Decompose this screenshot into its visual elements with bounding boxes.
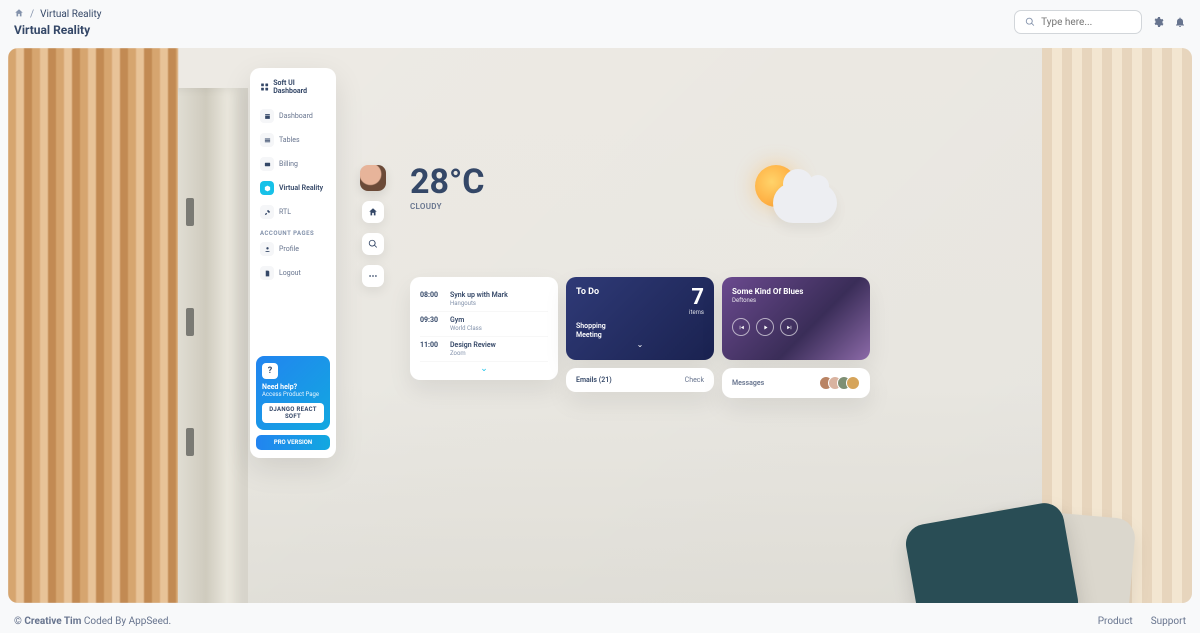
weather: 28°C CLOUDY	[410, 165, 485, 211]
player-card: Some Kind Of Blues Deftones	[722, 277, 870, 360]
cube-icon	[260, 181, 274, 195]
pro-button[interactable]: PRO VERSION	[256, 435, 330, 450]
todo-card[interactable]: To Do 7 items Shopping Meeting ⌄	[566, 277, 714, 360]
doc-icon	[260, 266, 274, 280]
schedule-sub: Zoom	[450, 350, 496, 357]
avatar-group	[819, 376, 860, 390]
icon-column	[360, 165, 386, 287]
messages-card[interactable]: Messages	[722, 368, 870, 398]
schedule-row[interactable]: 11:00 Design Review Zoom	[420, 337, 548, 362]
todo-task: Shopping	[576, 322, 704, 331]
sidebar-item-dashboard[interactable]: Dashboard	[256, 106, 330, 126]
brand-icon	[260, 82, 269, 92]
breadcrumb: / Virtual Reality Virtual Reality	[14, 8, 101, 37]
weather-cond: CLOUDY	[410, 202, 485, 211]
schedule-time: 09:30	[420, 316, 442, 332]
chevron-down-icon[interactable]: ⌄	[576, 340, 704, 349]
play-icon	[762, 324, 769, 331]
home-icon[interactable]	[14, 8, 24, 21]
store-icon	[260, 109, 274, 123]
sidebar-item-rtl[interactable]: RTL	[256, 202, 330, 222]
avatar[interactable]	[360, 165, 386, 191]
schedule-sub: Hangouts	[450, 300, 508, 307]
sidebar-item-logout[interactable]: Logout	[256, 263, 330, 283]
prev-icon	[738, 324, 745, 331]
question-icon: ?	[262, 363, 278, 379]
help-sub: Access Product Page	[262, 391, 324, 398]
next-button[interactable]	[780, 318, 798, 336]
footer-link-product[interactable]: Product	[1098, 616, 1133, 627]
gear-icon[interactable]	[1152, 16, 1164, 28]
search-field[interactable]	[1041, 17, 1131, 28]
tool-icon	[260, 205, 274, 219]
header: / Virtual Reality Virtual Reality	[0, 0, 1200, 44]
help-title: Need help?	[262, 383, 324, 391]
table-icon	[260, 133, 274, 147]
sidebar-item-tables[interactable]: Tables	[256, 130, 330, 150]
weather-icon	[745, 155, 845, 235]
page-title: Virtual Reality	[14, 23, 101, 37]
footer-link-support[interactable]: Support	[1151, 616, 1186, 627]
schedule-row[interactable]: 08:00 Synk up with Mark Hangouts	[420, 287, 548, 312]
search-icon	[368, 239, 378, 249]
sidebar-item-label: Virtual Reality	[279, 184, 323, 192]
footer: © Creative Tim Coded By AppSeed. Product…	[14, 616, 1186, 627]
search-input[interactable]	[1014, 10, 1142, 34]
sidebar-help-card: ? Need help? Access Product Page DJANGO …	[256, 356, 330, 430]
sidebar-item-virtual-reality[interactable]: Virtual Reality	[256, 178, 330, 198]
sidebar-item-label: Profile	[279, 245, 299, 253]
schedule-time: 08:00	[420, 291, 442, 307]
cloud-icon	[773, 183, 837, 223]
sidebar-section: Account Pages	[256, 226, 330, 239]
home-icon	[368, 207, 378, 217]
schedule-sub: World Class	[450, 325, 482, 332]
schedule-time: 11:00	[420, 341, 442, 357]
chevron-down-icon[interactable]: ⌄	[420, 364, 548, 374]
player-artist: Deftones	[732, 297, 860, 304]
schedule-row[interactable]: 09:30 Gym World Class	[420, 312, 548, 337]
todo-count: 7	[689, 287, 704, 309]
player-song: Some Kind Of Blues	[732, 287, 860, 296]
breadcrumb-sep: /	[30, 9, 34, 20]
weather-temp: 28°C	[410, 165, 485, 199]
prev-button[interactable]	[732, 318, 750, 336]
bell-icon[interactable]	[1174, 16, 1186, 28]
schedule-title: Synk up with Mark	[450, 291, 508, 299]
sidebar: Soft UI Dashboard Dashboard Tables Billi…	[250, 68, 336, 458]
sidebar-item-label: Logout	[279, 269, 301, 277]
sidebar-item-label: Billing	[279, 160, 298, 168]
emails-label: Emails (21)	[576, 376, 612, 384]
emails-action[interactable]: Check	[685, 376, 704, 384]
fab-home[interactable]	[362, 201, 384, 223]
fab-search[interactable]	[362, 233, 384, 255]
brand-label: Soft UI Dashboard	[273, 79, 326, 95]
sidebar-item-label: Tables	[279, 136, 300, 144]
sidebar-brand[interactable]: Soft UI Dashboard	[256, 76, 330, 98]
user-icon	[260, 242, 274, 256]
messages-label: Messages	[732, 379, 764, 387]
next-icon	[786, 324, 793, 331]
sidebar-item-label: Dashboard	[279, 112, 313, 120]
emails-card[interactable]: Emails (21) Check	[566, 368, 714, 392]
sidebar-item-label: RTL	[279, 208, 291, 216]
card-icon	[260, 157, 274, 171]
schedule-card: 08:00 Synk up with Mark Hangouts 09:30 G…	[410, 277, 558, 380]
footer-left: © Creative Tim Coded By AppSeed.	[14, 616, 171, 627]
todo-task: Meeting	[576, 331, 704, 340]
fab-more[interactable]	[362, 265, 384, 287]
ellipsis-icon	[368, 271, 378, 281]
sidebar-item-profile[interactable]: Profile	[256, 239, 330, 259]
schedule-title: Gym	[450, 316, 482, 324]
help-button[interactable]: DJANGO REACT SOFT	[262, 403, 324, 423]
avatar[interactable]	[846, 376, 860, 390]
search-icon	[1025, 16, 1035, 28]
todo-unit: items	[689, 309, 704, 316]
curtain-left	[8, 48, 178, 603]
sidebar-item-billing[interactable]: Billing	[256, 154, 330, 174]
todo-label: To Do	[576, 287, 599, 316]
breadcrumb-current: Virtual Reality	[40, 9, 101, 20]
schedule-title: Design Review	[450, 341, 496, 349]
play-button[interactable]	[756, 318, 774, 336]
